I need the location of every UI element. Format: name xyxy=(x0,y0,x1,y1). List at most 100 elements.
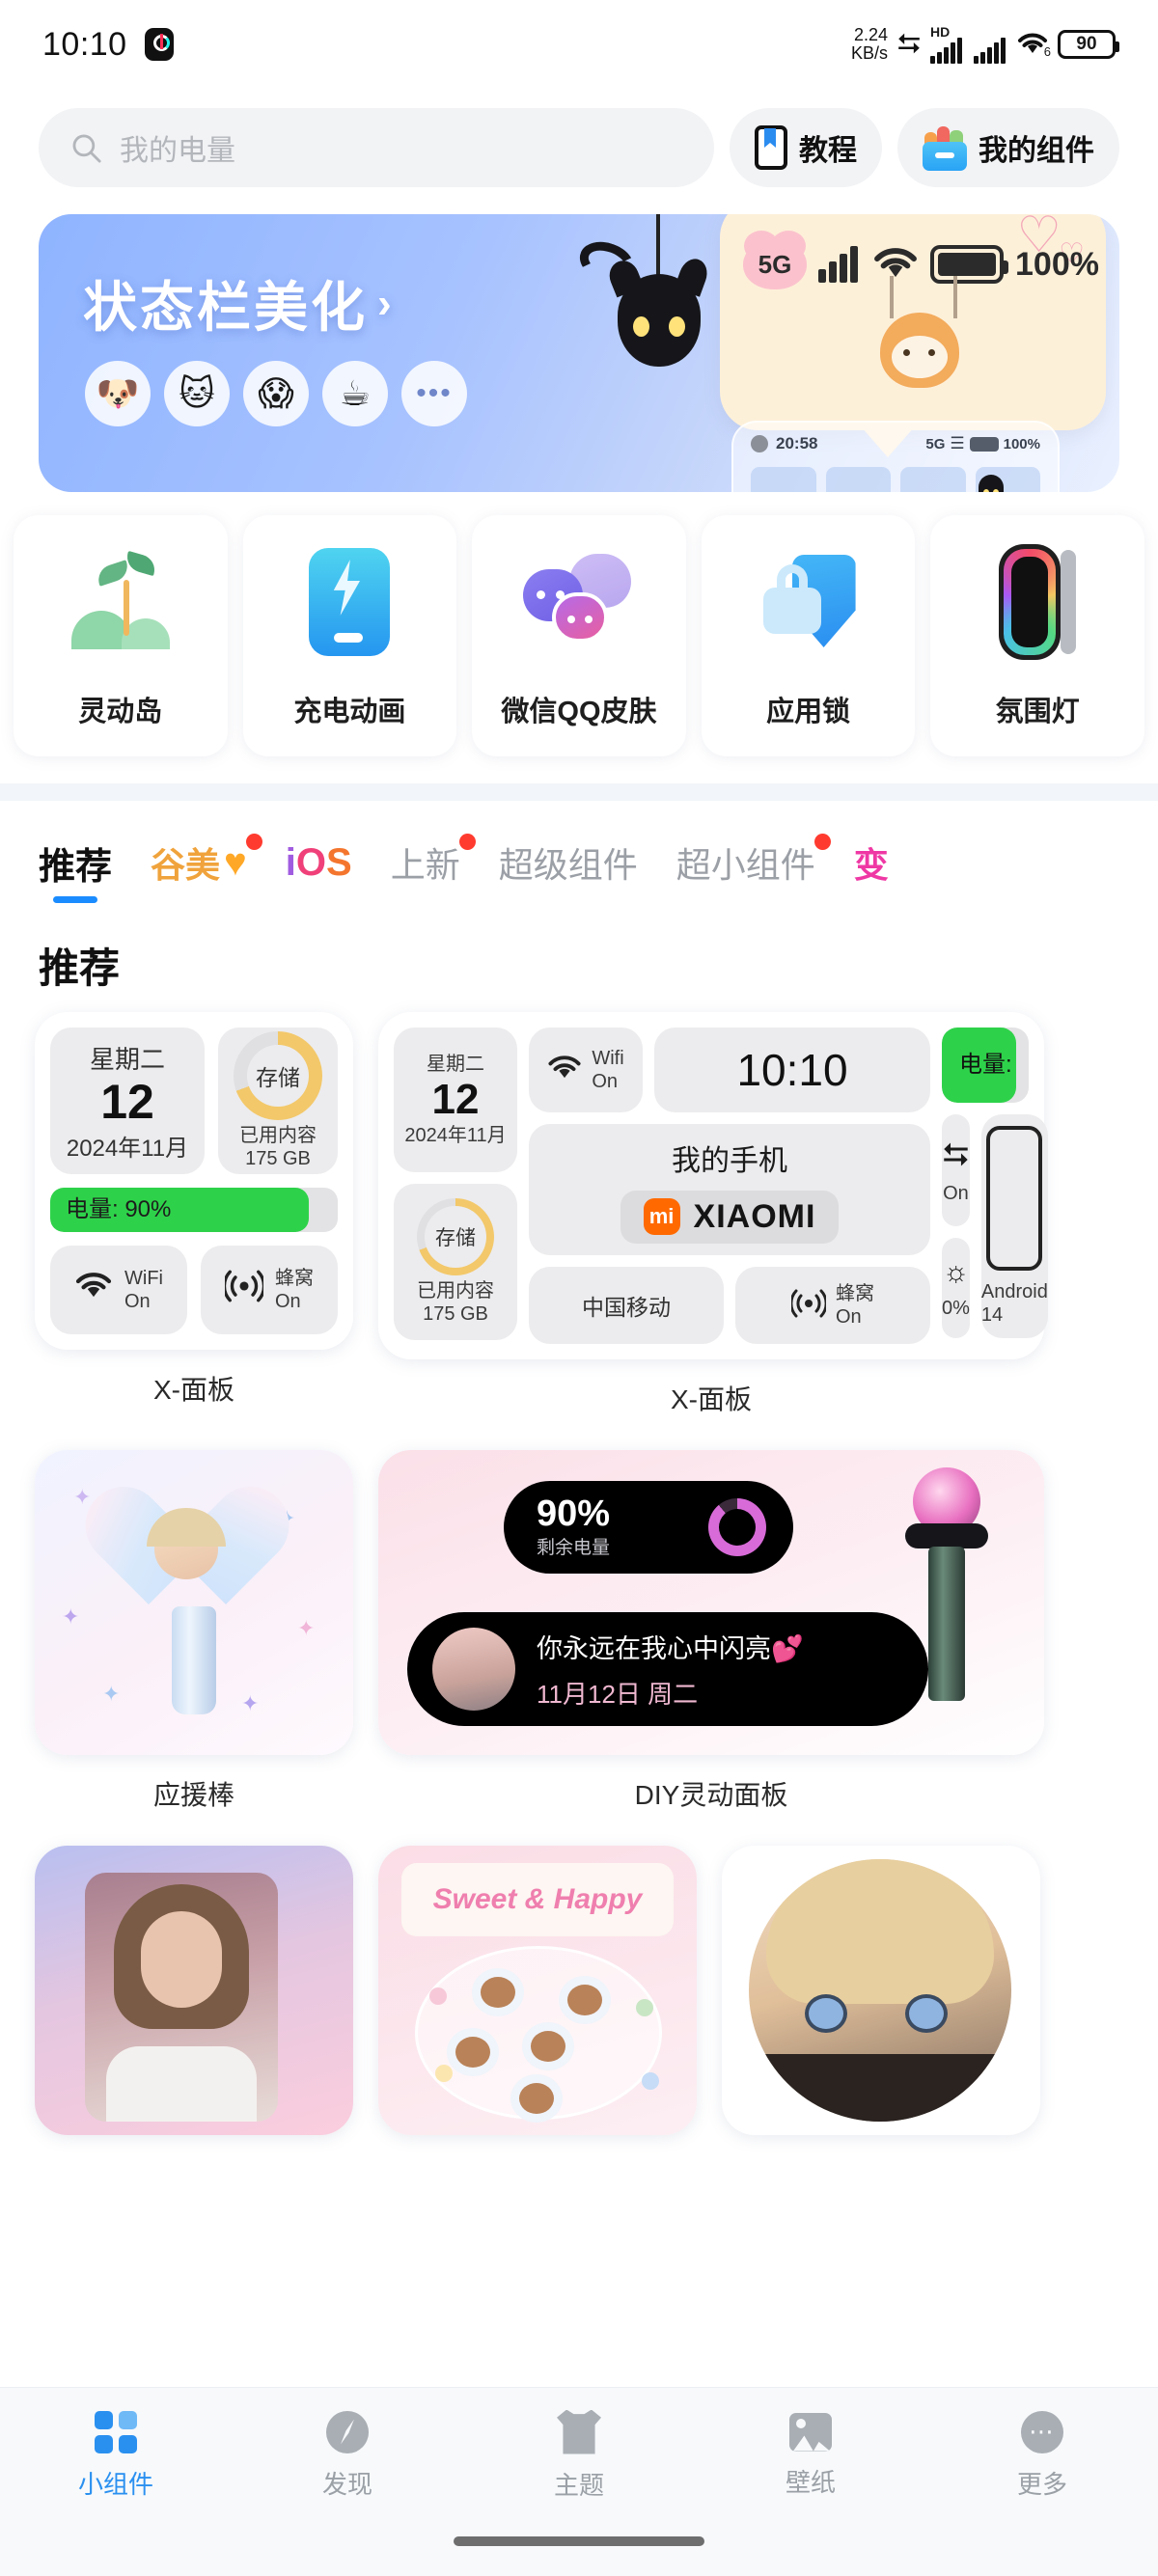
tab-badge-dot xyxy=(813,834,831,850)
tab-overflow[interactable]: 变 xyxy=(854,837,889,901)
bluetooth-icon: ⮀ xyxy=(897,28,921,60)
battery-bar: 电量: 90% xyxy=(50,1188,338,1232)
widget-x-panel-small[interactable]: 星期二 12 2024年11月 存储 已用内容 175 GB 电量: 90% W… xyxy=(35,1012,353,1350)
tab-mini-widget[interactable]: 超小组件 xyxy=(676,834,831,901)
storage-title: 存储 xyxy=(256,1065,300,1090)
category-card-dynamic-island[interactable]: 灵动岛 xyxy=(14,515,228,756)
category-label: 微信QQ皮肤 xyxy=(501,697,657,727)
app-lock-icon xyxy=(702,515,916,689)
anime-avatar-widget xyxy=(749,1859,1011,2122)
nav-label: 主题 xyxy=(553,2470,604,2500)
image-icon xyxy=(789,2412,832,2452)
sweet-happy-title: Sweet & Happy xyxy=(432,1883,643,1915)
shiba-dog-icon xyxy=(880,313,959,388)
wifi-icon: 6 xyxy=(1017,32,1051,59)
banner-title-row: 状态栏美化 › xyxy=(83,264,395,343)
nav-item-widgets[interactable]: 小组件 xyxy=(0,2388,232,2523)
light-stick-icon xyxy=(112,1493,276,1714)
nav-item-wallpaper[interactable]: 壁纸 xyxy=(695,2388,926,2523)
widget-sweet-happy[interactable]: Sweet & Happy xyxy=(378,1846,697,2135)
tiktok-icon xyxy=(144,28,174,61)
mi-mark-icon: mi xyxy=(643,1198,680,1235)
my-widgets-button[interactable]: 我的组件 xyxy=(897,108,1119,187)
nav-item-theme[interactable]: 主题 xyxy=(463,2388,695,2523)
avatar-shiba[interactable]: 🐶 xyxy=(85,361,151,426)
tab-gumei[interactable]: 谷美 ♥ xyxy=(151,834,262,901)
search-placeholder: 我的电量 xyxy=(120,135,235,167)
avatar-more[interactable]: ••• xyxy=(401,361,467,426)
tab-badge-dot xyxy=(458,834,476,850)
category-label: 灵动岛 xyxy=(78,697,163,727)
widget-label: X-面板 xyxy=(670,1384,752,1414)
network-speed: 2.24 KB/s xyxy=(851,26,888,63)
date-month: 2024年11月 xyxy=(404,1125,507,1146)
bluetooth-state: On xyxy=(943,1182,969,1204)
storage-caption: 已用内容 xyxy=(239,1125,317,1146)
my-widgets-label: 我的组件 xyxy=(979,135,1094,167)
header-search-row: 我的电量 教程 我的组件 xyxy=(0,89,1158,187)
tab-label: 超小组件 xyxy=(676,845,815,885)
battery-text: 电量: 90% xyxy=(66,1196,172,1222)
carrier-tile: 中国移动 xyxy=(529,1267,724,1344)
tab-recommend[interactable]: 推荐 xyxy=(39,836,112,903)
tab-ios[interactable]: iOS xyxy=(286,841,352,898)
tab-label: 变 xyxy=(853,845,889,885)
chevron-right-icon: › xyxy=(377,279,395,327)
clock-tile: 10:10 xyxy=(654,1028,930,1112)
nav-label: 发现 xyxy=(321,2469,372,2499)
light-stick-icon xyxy=(903,1467,988,1709)
tab-super-widget[interactable]: 超级组件 xyxy=(499,837,638,901)
page-title: 推荐 xyxy=(39,945,121,991)
category-card-charging-animation[interactable]: 充电动画 xyxy=(242,515,457,756)
nav-item-more[interactable]: ⋯ 更多 xyxy=(926,2388,1158,2523)
category-card-chat-skin[interactable]: 微信QQ皮肤 xyxy=(472,515,686,756)
avatar-black-cat[interactable]: 🐱 xyxy=(164,361,230,426)
nav-label: 壁纸 xyxy=(785,2467,836,2497)
message-pill: 你永远在我心中闪亮💕 11月12日 周二 xyxy=(407,1612,928,1726)
category-card-app-lock[interactable]: 应用锁 xyxy=(701,515,916,756)
wifi-icon xyxy=(74,1271,113,1310)
date-month: 2024年11月 xyxy=(66,1135,189,1162)
section-divider xyxy=(0,783,1158,801)
date-tile: 星期二 12 2024年11月 xyxy=(394,1028,517,1172)
tutorial-icon xyxy=(755,125,787,170)
swing-rope-left xyxy=(890,276,894,318)
bluetooth-icon: ⮀ xyxy=(942,1136,970,1173)
widget-diy-dynamic-panel[interactable]: 90% 剩余电量 你永远在我心中闪亮💕 11月12日 周二 xyxy=(378,1450,1044,1755)
charging-animation-icon xyxy=(243,515,457,689)
widget-label: X-面板 xyxy=(152,1375,234,1405)
wifi-state: On xyxy=(124,1291,151,1312)
nav-item-discover[interactable]: 发现 xyxy=(232,2388,463,2523)
my-phone-tile: 我的手机 mi XIAOMI xyxy=(529,1124,930,1255)
widget-photo-frame[interactable] xyxy=(35,1846,353,2135)
network-badge-5g: 5G xyxy=(743,231,807,289)
date-weekday: 星期二 xyxy=(89,1044,165,1074)
battery-percent: 90% xyxy=(537,1493,611,1534)
wifi-toggle-tile: Wifi On xyxy=(529,1028,643,1112)
search-input[interactable]: 我的电量 xyxy=(39,108,714,187)
network-speed-unit: KB/s xyxy=(850,43,888,63)
tab-new[interactable]: 上新 xyxy=(391,834,476,901)
status-bar-left: 10:10 xyxy=(42,26,174,64)
wifi-state: On xyxy=(592,1071,619,1092)
date-weekday: 星期二 xyxy=(427,1054,484,1075)
bubble-battery-percent: 100% xyxy=(1015,245,1099,283)
cellular-name: 蜂窝 xyxy=(836,1283,874,1304)
avatar-coffee[interactable]: ☕ xyxy=(322,361,388,426)
date-tile: 星期二 12 2024年11月 xyxy=(50,1028,205,1174)
avatar-shouting-face[interactable]: 😱 xyxy=(243,361,309,426)
black-cat-icon xyxy=(618,274,701,367)
home-indicator[interactable] xyxy=(454,2536,704,2546)
widget-x-panel-large[interactable]: 星期二 12 2024年11月 存储 已用内容 175 GB Wifi On 1… xyxy=(378,1012,1048,1359)
status-bar-beautify-banner[interactable]: 状态栏美化 › 🐶 🐱 😱 ☕ ••• ♡ ♡ 5G 100% 20:58 5G… xyxy=(39,214,1119,492)
category-card-ambient-light[interactable]: 氛围灯 xyxy=(930,515,1144,756)
brightness-tile: ☼ 0% xyxy=(942,1238,970,1338)
heart-icon: ♥ xyxy=(224,840,247,884)
date-day: 12 xyxy=(431,1076,480,1123)
storage-ring-icon: 存储 xyxy=(234,1031,322,1120)
tutorial-button[interactable]: 教程 xyxy=(730,108,882,187)
signal-icon xyxy=(974,26,1007,64)
photo-frame-widget xyxy=(85,1873,278,2122)
widget-anime-avatar[interactable] xyxy=(722,1846,1040,2135)
widget-light-stick[interactable]: ✦ ✦ ✦ ✦ ✦ ✦ xyxy=(35,1450,353,1755)
